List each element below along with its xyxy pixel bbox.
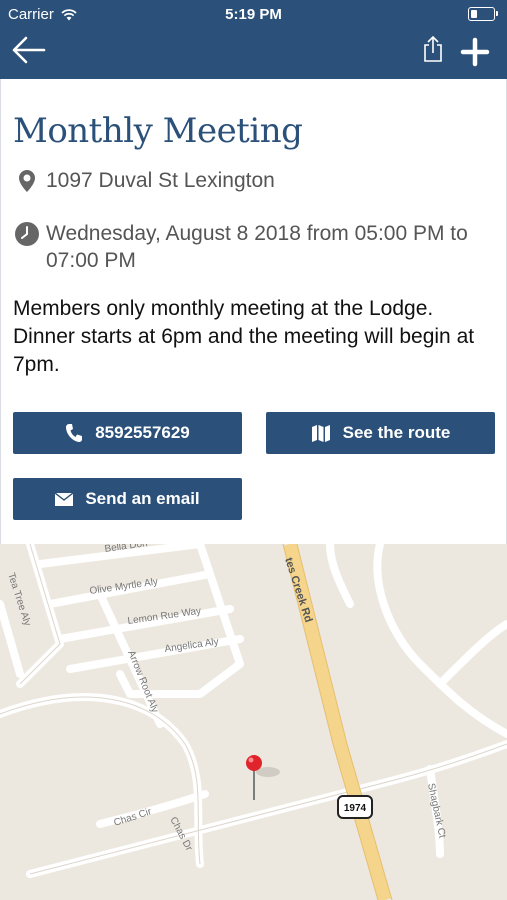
- event-address: 1097 Duval St Lexington: [14, 169, 275, 193]
- email-button[interactable]: Send an email: [13, 478, 242, 520]
- app-header: Carrier 5:19 PM: [0, 0, 507, 79]
- street-shagbark: Shagbark Ct: [425, 782, 447, 839]
- address-text: 1097 Duval St Lexington: [46, 169, 275, 192]
- street-angelica: Angelica Aly: [164, 636, 219, 654]
- datetime-text: Wednesday, August 8 2018 from 05:00 PM t…: [46, 222, 468, 272]
- map-pin-icon[interactable]: [246, 755, 280, 800]
- envelope-icon: [55, 492, 74, 506]
- phone-icon: [66, 424, 83, 442]
- event-title: Monthly Meeting: [13, 111, 303, 151]
- event-datetime: Wednesday, August 8 2018 from 05:00 PM t…: [14, 220, 484, 274]
- location-pin-icon: [14, 169, 40, 193]
- add-button[interactable]: [460, 37, 490, 67]
- status-bar: Carrier 5:19 PM: [0, 0, 507, 28]
- map-canvas[interactable]: Bella Don Olive Myrtle Aly Lemon Rue Way…: [0, 544, 507, 900]
- event-description: Members only monthly meeting at the Lodg…: [13, 297, 475, 376]
- street-chas-cir: Chas Cir: [113, 806, 154, 829]
- map-icon: [311, 425, 330, 442]
- street-tea-tree: Tea Tree Aly: [5, 572, 32, 628]
- map-view[interactable]: Bella Don Olive Myrtle Aly Lemon Rue Way…: [0, 544, 507, 900]
- clock-icon: [14, 220, 40, 246]
- route-button-label: See the route: [342, 423, 451, 442]
- back-button[interactable]: [12, 36, 46, 64]
- call-button-label: 8592557629: [95, 423, 190, 442]
- route-shield-number: 1974: [344, 803, 367, 814]
- email-button-label: Send an email: [85, 489, 200, 508]
- call-button[interactable]: 8592557629: [13, 412, 242, 454]
- route-shield: 1974: [337, 795, 373, 819]
- share-icon[interactable]: [422, 35, 444, 63]
- route-button[interactable]: See the route: [266, 412, 495, 454]
- status-time: 5:19 PM: [225, 6, 282, 23]
- battery-icon: [468, 7, 498, 21]
